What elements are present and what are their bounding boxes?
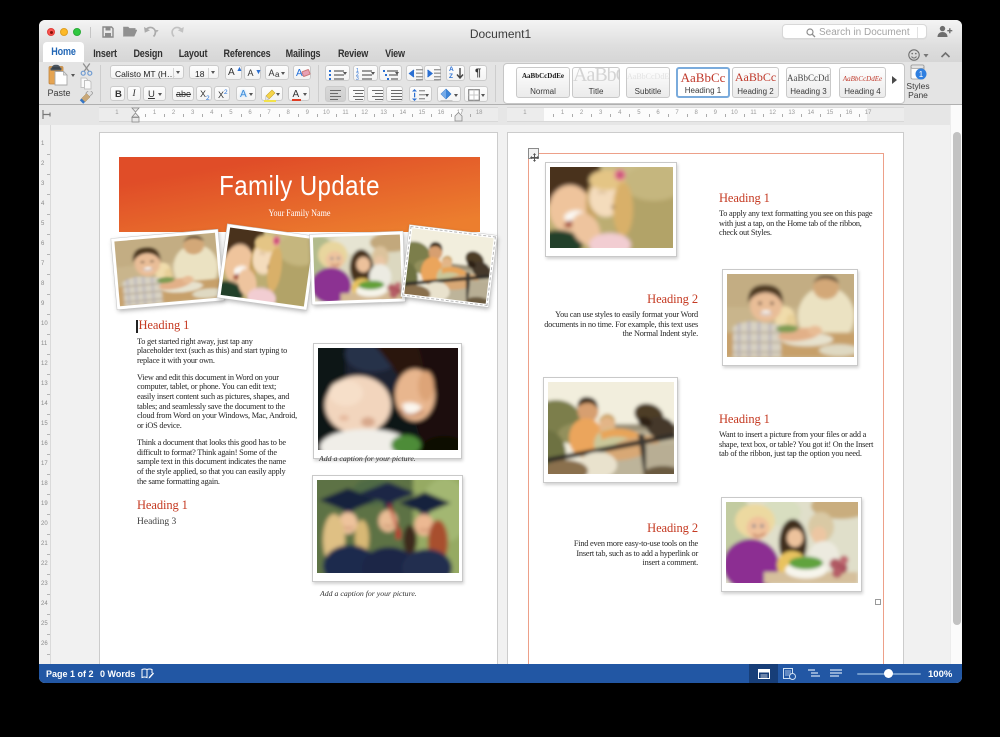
svg-text:1: 1: [919, 70, 924, 79]
